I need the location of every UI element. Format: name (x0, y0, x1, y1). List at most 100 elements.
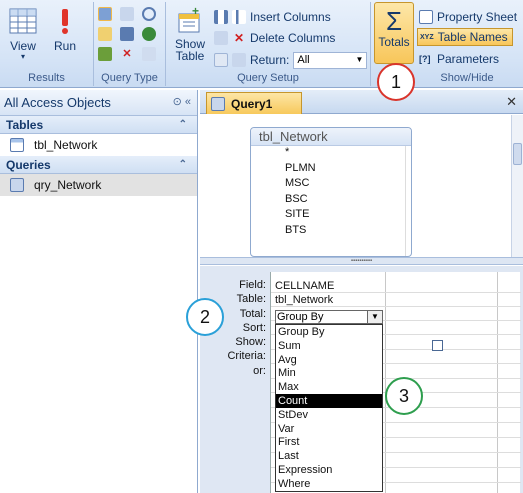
show-table-icon: + (175, 4, 205, 36)
query-icon (10, 178, 24, 192)
collapse-queries-icon[interactable]: ⌃ (179, 156, 187, 174)
total-option[interactable]: Last (276, 449, 382, 463)
view-label: View (10, 39, 36, 53)
field-list-tbl-network[interactable]: tbl_Network * PLMN MSC BSC SITE BTS (250, 127, 412, 257)
field-list-item[interactable]: PLMN (251, 162, 411, 178)
builder-icon[interactable] (214, 53, 228, 67)
insert-columns-label: Insert Columns (250, 10, 331, 24)
delete-query-icon[interactable]: ✕ (120, 47, 134, 61)
table-icon (10, 138, 24, 152)
svg-text:+: + (192, 6, 199, 18)
union-query-icon[interactable] (142, 7, 156, 21)
row-divider (271, 306, 521, 307)
delete-columns-grid-icon (214, 31, 228, 45)
datasheet-view-icon (8, 6, 38, 36)
close-icon[interactable]: ✕ (506, 94, 517, 110)
parameters-icon: [?] (419, 54, 431, 64)
make-table-query-icon[interactable] (120, 7, 134, 21)
delete-columns-icon: ✕ (233, 31, 245, 45)
run-button[interactable]: Run (50, 6, 80, 53)
nav-item-label: qry_Network (34, 178, 102, 192)
table-cell[interactable]: tbl_Network (275, 294, 333, 306)
run-label: Run (53, 39, 76, 53)
navigation-pane: All Access Objects ⊙ « Tables ⌃ tbl_Netw… (0, 90, 198, 493)
parameters-button[interactable]: [?] Parameters (419, 50, 499, 68)
total-option[interactable]: StDev (276, 408, 382, 422)
callout-2: 2 (186, 298, 224, 336)
scroll-thumb[interactable] (513, 143, 522, 165)
pass-through-query-icon[interactable] (142, 27, 156, 41)
field-list-scrollbar[interactable] (405, 146, 411, 256)
total-option[interactable]: First (276, 435, 382, 449)
results-group-label: Results (28, 72, 65, 84)
parameters-label: Parameters (437, 52, 500, 66)
total-option[interactable]: Avg (276, 353, 382, 367)
view-dropdown-icon: ▾ (20, 52, 25, 61)
nav-pane-header[interactable]: All Access Objects ⊙ « (0, 90, 197, 116)
view-button[interactable]: View ▾ (6, 6, 40, 61)
field-list-item[interactable]: MSC (251, 177, 411, 193)
property-sheet-button[interactable]: Property Sheet (419, 8, 517, 26)
table-pane-vertical-scrollbar[interactable] (511, 115, 523, 259)
select-query-icon[interactable] (98, 7, 112, 21)
total-option[interactable]: Where (276, 477, 382, 491)
results-group: View ▾ Run Results (0, 2, 94, 86)
return-select[interactable]: All ▼ (293, 51, 368, 69)
field-list-title[interactable]: tbl_Network (251, 128, 411, 146)
total-option[interactable]: Group By (276, 325, 382, 339)
show-checkbox[interactable] (432, 340, 443, 351)
tab-query1[interactable]: Query1 (206, 92, 302, 114)
field-list-item[interactable]: BSC (251, 193, 411, 209)
ribbon: View ▾ Run Results ✕ Query Type + Show T… (0, 0, 523, 88)
nav-item-tbl-network[interactable]: tbl_Network (0, 134, 197, 156)
query-icon (211, 96, 225, 111)
return-label: Return: (250, 53, 290, 67)
query-type-group: ✕ Query Type (94, 2, 166, 86)
total-option[interactable]: Sum (276, 339, 382, 353)
field-list-item[interactable]: * (251, 146, 411, 162)
nav-item-qry-network[interactable]: qry_Network (0, 174, 197, 196)
return-icon (232, 53, 246, 67)
insert-columns-button[interactable]: Insert Columns (214, 8, 331, 26)
total-option-count[interactable]: Count (276, 393, 382, 408)
tab-label: Query1 (231, 96, 273, 111)
nav-section-tables[interactable]: Tables ⌃ (0, 116, 197, 134)
total-option[interactable]: Var (276, 422, 382, 436)
total-value: Group By (277, 311, 324, 323)
total-option[interactable]: Expression (276, 463, 382, 477)
pane-splitter[interactable]: ▪▪▪▪▪▪▪▪▪▪ (200, 257, 523, 265)
tables-header-label: Tables (6, 118, 44, 132)
callout-3: 3 (385, 377, 423, 415)
total-dropdown-list: Group By Sum Avg Min Max Count StDev Var… (275, 324, 383, 492)
show-table-button[interactable]: + Show Table (170, 4, 210, 63)
delete-columns-label: Delete Columns (250, 31, 336, 45)
return-dropdown-icon: ▼ (355, 54, 364, 64)
data-definition-query-icon[interactable] (142, 47, 156, 61)
append-query-icon[interactable] (98, 27, 112, 41)
field-list-item[interactable]: BTS (251, 224, 411, 240)
field-list-item[interactable]: SITE (251, 208, 411, 224)
total-option[interactable]: Min (276, 366, 382, 380)
insert-column-marker-icon (232, 10, 246, 24)
sigma-icon: Σ (385, 6, 403, 36)
query-design-window: Query1 ✕ tbl_Network * PLMN MSC BSC SITE… (200, 90, 523, 493)
nav-pane-title: All Access Objects (4, 95, 111, 110)
nav-section-queries[interactable]: Queries ⌃ (0, 156, 197, 174)
update-query-icon[interactable] (98, 47, 112, 61)
insert-columns-icon (214, 10, 228, 24)
table-names-button[interactable]: XYZ Table Names (417, 28, 513, 46)
total-option[interactable]: Max (276, 380, 382, 394)
return-row: Return: All ▼ (214, 51, 368, 69)
crosstab-query-icon[interactable] (120, 27, 134, 41)
show-table-label: Show Table (174, 37, 206, 63)
property-sheet-label: Property Sheet (437, 10, 518, 24)
total-dropdown-icon[interactable]: ▼ (367, 311, 382, 323)
total-select[interactable]: Group By ▼ (275, 310, 383, 324)
delete-columns-button[interactable]: ✕ Delete Columns (214, 29, 335, 47)
nav-pane-menu-icon[interactable]: ⊙ « (173, 95, 191, 108)
field-cell[interactable]: CELLNAME (275, 280, 334, 292)
table-names-label: Table Names (437, 30, 508, 44)
totals-button[interactable]: Σ Totals (374, 2, 414, 64)
nav-item-label: tbl_Network (34, 138, 98, 152)
collapse-tables-icon[interactable]: ⌃ (179, 116, 187, 134)
